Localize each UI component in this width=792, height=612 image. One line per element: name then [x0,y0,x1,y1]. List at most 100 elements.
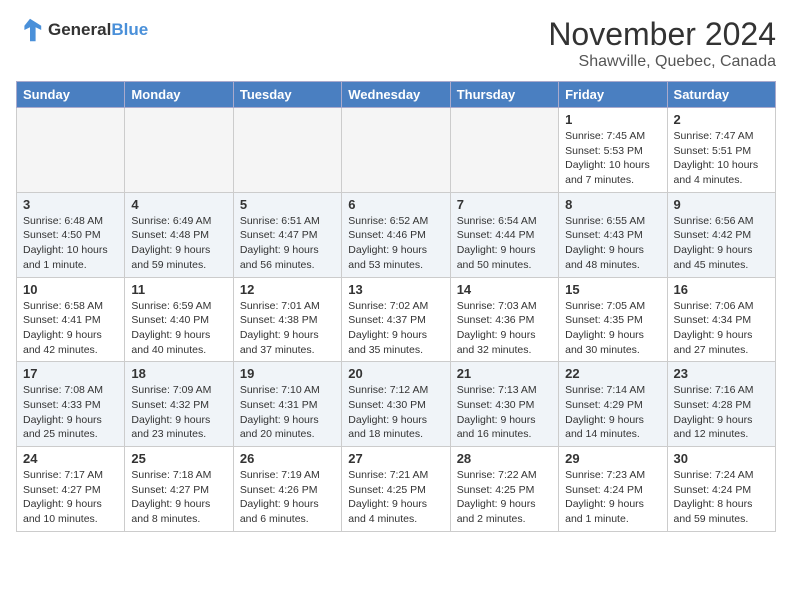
day-info: Sunrise: 7:05 AM Sunset: 4:35 PM Dayligh… [565,299,660,358]
day-info: Sunrise: 7:01 AM Sunset: 4:38 PM Dayligh… [240,299,335,358]
calendar-week-3: 10 Sunrise: 6:58 AM Sunset: 4:41 PM Dayli… [17,277,776,362]
day-info: Sunrise: 7:24 AM Sunset: 4:24 PM Dayligh… [674,468,769,527]
day-number: 10 [23,282,118,297]
day-number: 15 [565,282,660,297]
month-title: November 2024 [548,16,776,53]
day-number: 5 [240,197,335,212]
day-number: 21 [457,366,552,381]
header-row: Sunday Monday Tuesday Wednesday Thursday… [17,82,776,108]
calendar-cell: 25Sunrise: 7:18 AM Sunset: 4:27 PM Dayli… [125,447,233,532]
logo: GeneralBlue [16,16,148,44]
calendar-cell: 29Sunrise: 7:23 AM Sunset: 4:24 PM Dayli… [559,447,667,532]
logo-text: GeneralBlue [48,20,148,40]
day-info: Sunrise: 7:06 AM Sunset: 4:34 PM Dayligh… [674,299,769,358]
col-saturday: Saturday [667,82,775,108]
calendar-cell: 18 Sunrise: 7:09 AM Sunset: 4:32 PM Dayli… [125,362,233,447]
col-sunday: Sunday [17,82,125,108]
day-info: Sunrise: 6:48 AM Sunset: 4:50 PM Dayligh… [23,214,118,273]
col-tuesday: Tuesday [233,82,341,108]
day-info: Sunrise: 7:47 AM Sunset: 5:51 PM Dayligh… [674,129,769,188]
day-info: Sunrise: 7:08 AM Sunset: 4:33 PM Dayligh… [23,383,118,442]
calendar-cell: 15 Sunrise: 7:05 AM Sunset: 4:35 PM Dayli… [559,277,667,362]
calendar-cell: 28 Sunrise: 7:22 AM Sunset: 4:25 PM Dayli… [450,447,558,532]
day-info: Sunrise: 6:54 AM Sunset: 4:44 PM Dayligh… [457,214,552,273]
col-monday: Monday [125,82,233,108]
calendar-cell: 1 Sunrise: 7:45 AM Sunset: 5:53 PM Daylig… [559,108,667,193]
day-info: Sunrise: 7:21 AM Sunset: 4:25 PM Dayligh… [348,468,443,527]
calendar-cell [450,108,558,193]
logo-icon [16,16,44,44]
day-info: Sunrise: 7:14 AM Sunset: 4:29 PM Dayligh… [565,383,660,442]
day-number: 25 [131,451,226,466]
calendar-cell: 10 Sunrise: 6:58 AM Sunset: 4:41 PM Dayli… [17,277,125,362]
calendar-cell: 2 Sunrise: 7:47 AM Sunset: 5:51 PM Daylig… [667,108,775,193]
calendar-cell: 19Sunrise: 7:10 AM Sunset: 4:31 PM Dayli… [233,362,341,447]
day-number: 22 [565,366,660,381]
calendar-week-4: 17 Sunrise: 7:08 AM Sunset: 4:33 PM Dayli… [17,362,776,447]
day-number: 17 [23,366,118,381]
col-friday: Friday [559,82,667,108]
day-number: 26 [240,451,335,466]
day-info: Sunrise: 7:02 AM Sunset: 4:37 PM Dayligh… [348,299,443,358]
day-number: 30 [674,451,769,466]
day-info: Sunrise: 6:52 AM Sunset: 4:46 PM Dayligh… [348,214,443,273]
calendar-cell: 24 Sunrise: 7:17 AM Sunset: 4:27 PM Dayli… [17,447,125,532]
day-info: Sunrise: 7:22 AM Sunset: 4:25 PM Dayligh… [457,468,552,527]
calendar-cell: 4 Sunrise: 6:49 AM Sunset: 4:48 PM Daylig… [125,192,233,277]
day-number: 12 [240,282,335,297]
calendar-cell [125,108,233,193]
calendar-week-1: 1 Sunrise: 7:45 AM Sunset: 5:53 PM Daylig… [17,108,776,193]
calendar-cell [342,108,450,193]
calendar-cell: 23 Sunrise: 7:16 AM Sunset: 4:28 PM Dayli… [667,362,775,447]
col-thursday: Thursday [450,82,558,108]
day-info: Sunrise: 7:13 AM Sunset: 4:30 PM Dayligh… [457,383,552,442]
calendar-cell: 9 Sunrise: 6:56 AM Sunset: 4:42 PM Daylig… [667,192,775,277]
day-info: Sunrise: 7:45 AM Sunset: 5:53 PM Dayligh… [565,129,660,188]
day-number: 2 [674,112,769,127]
day-info: Sunrise: 7:09 AM Sunset: 4:32 PM Dayligh… [131,383,226,442]
day-info: Sunrise: 6:59 AM Sunset: 4:40 PM Dayligh… [131,299,226,358]
day-number: 20 [348,366,443,381]
calendar-cell: 14Sunrise: 7:03 AM Sunset: 4:36 PM Dayli… [450,277,558,362]
calendar-cell: 22 Sunrise: 7:14 AM Sunset: 4:29 PM Dayli… [559,362,667,447]
day-number: 18 [131,366,226,381]
calendar-cell: 26Sunrise: 7:19 AM Sunset: 4:26 PM Dayli… [233,447,341,532]
day-info: Sunrise: 7:03 AM Sunset: 4:36 PM Dayligh… [457,299,552,358]
day-number: 4 [131,197,226,212]
day-number: 24 [23,451,118,466]
col-wednesday: Wednesday [342,82,450,108]
calendar-cell: 21 Sunrise: 7:13 AM Sunset: 4:30 PM Dayli… [450,362,558,447]
day-number: 6 [348,197,443,212]
day-number: 16 [674,282,769,297]
day-info: Sunrise: 7:12 AM Sunset: 4:30 PM Dayligh… [348,383,443,442]
day-info: Sunrise: 6:58 AM Sunset: 4:41 PM Dayligh… [23,299,118,358]
day-number: 27 [348,451,443,466]
day-number: 28 [457,451,552,466]
location-title: Shawville, Quebec, Canada [548,53,776,71]
day-info: Sunrise: 7:17 AM Sunset: 4:27 PM Dayligh… [23,468,118,527]
day-info: Sunrise: 6:55 AM Sunset: 4:43 PM Dayligh… [565,214,660,273]
calendar-cell [17,108,125,193]
day-number: 8 [565,197,660,212]
calendar-cell: 20 Sunrise: 7:12 AM Sunset: 4:30 PM Dayli… [342,362,450,447]
calendar-cell: 30 Sunrise: 7:24 AM Sunset: 4:24 PM Dayli… [667,447,775,532]
day-number: 9 [674,197,769,212]
title-area: November 2024 Shawville, Quebec, Canada [548,16,776,71]
day-number: 29 [565,451,660,466]
calendar-cell: 7 Sunrise: 6:54 AM Sunset: 4:44 PM Daylig… [450,192,558,277]
calendar-cell: 12 Sunrise: 7:01 AM Sunset: 4:38 PM Dayli… [233,277,341,362]
day-number: 3 [23,197,118,212]
day-info: Sunrise: 6:49 AM Sunset: 4:48 PM Dayligh… [131,214,226,273]
calendar-cell: 8 Sunrise: 6:55 AM Sunset: 4:43 PM Daylig… [559,192,667,277]
calendar-table: Sunday Monday Tuesday Wednesday Thursday… [16,81,776,532]
day-number: 23 [674,366,769,381]
day-number: 7 [457,197,552,212]
header: GeneralBlue November 2024 Shawville, Que… [16,16,776,71]
calendar-cell: 3 Sunrise: 6:48 AM Sunset: 4:50 PM Daylig… [17,192,125,277]
day-info: Sunrise: 7:16 AM Sunset: 4:28 PM Dayligh… [674,383,769,442]
calendar-week-2: 3 Sunrise: 6:48 AM Sunset: 4:50 PM Daylig… [17,192,776,277]
day-number: 19 [240,366,335,381]
day-info: Sunrise: 6:56 AM Sunset: 4:42 PM Dayligh… [674,214,769,273]
calendar-cell: 16 Sunrise: 7:06 AM Sunset: 4:34 PM Dayli… [667,277,775,362]
day-number: 1 [565,112,660,127]
